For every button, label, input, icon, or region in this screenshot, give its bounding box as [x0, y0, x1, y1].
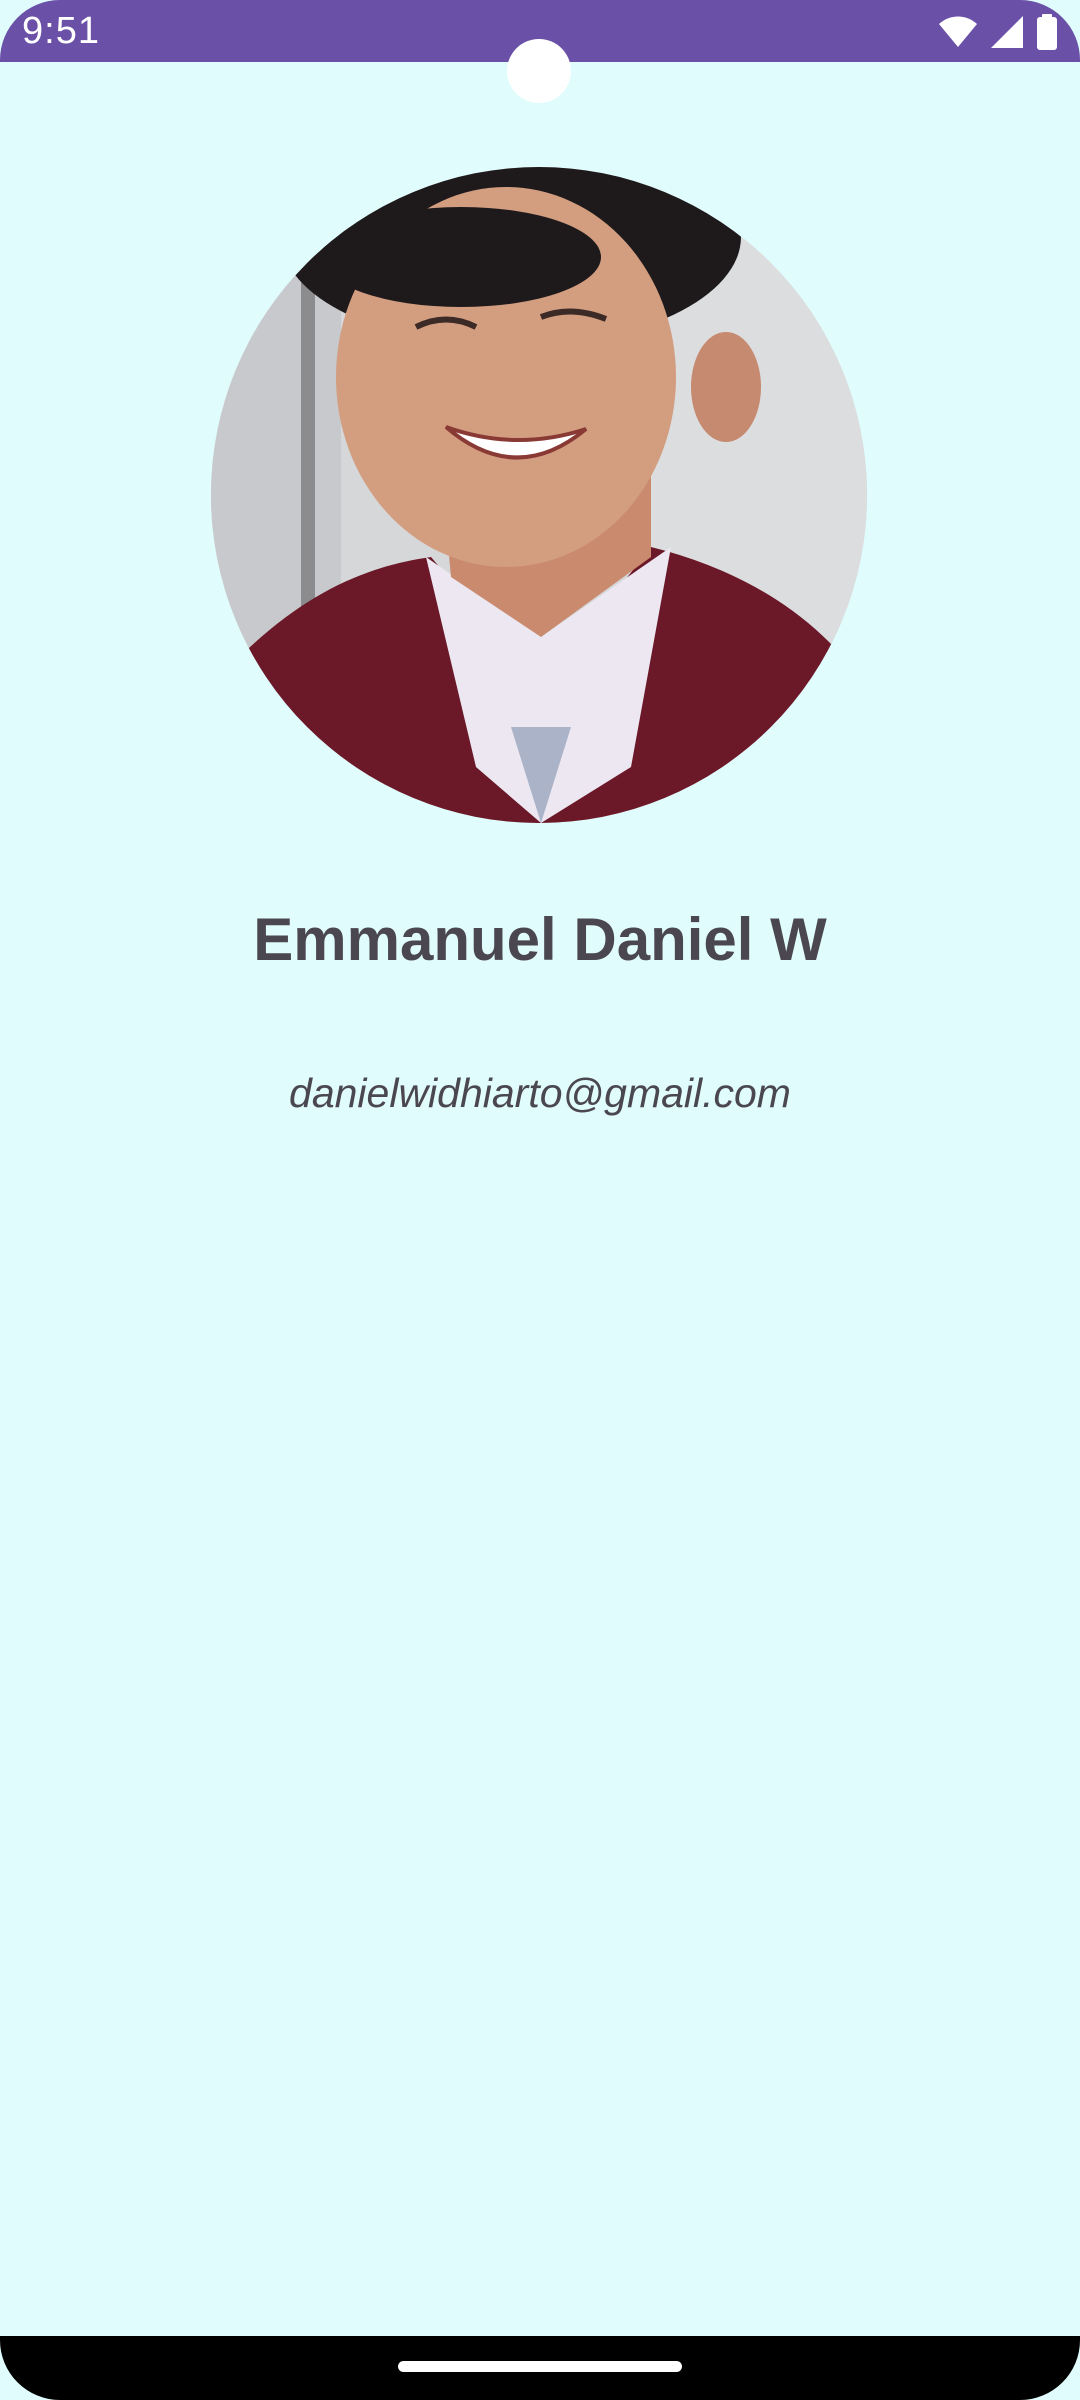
profile-name: Emmanuel Daniel W: [253, 906, 827, 973]
battery-icon: [1036, 14, 1058, 50]
profile-screen: 9:51 Emmanuel Daniel W danielwidhiarto@g…: [0, 0, 1080, 2400]
status-icons: [938, 12, 1058, 52]
cellular-signal-icon: [990, 15, 1024, 49]
camera-cutout: [507, 39, 571, 103]
profile-email: danielwidhiarto@gmail.com: [289, 1070, 791, 1116]
home-handle[interactable]: [398, 2361, 682, 2372]
wifi-icon: [938, 16, 978, 48]
status-time: 9:51: [22, 10, 100, 52]
profile-photo: [211, 167, 867, 823]
